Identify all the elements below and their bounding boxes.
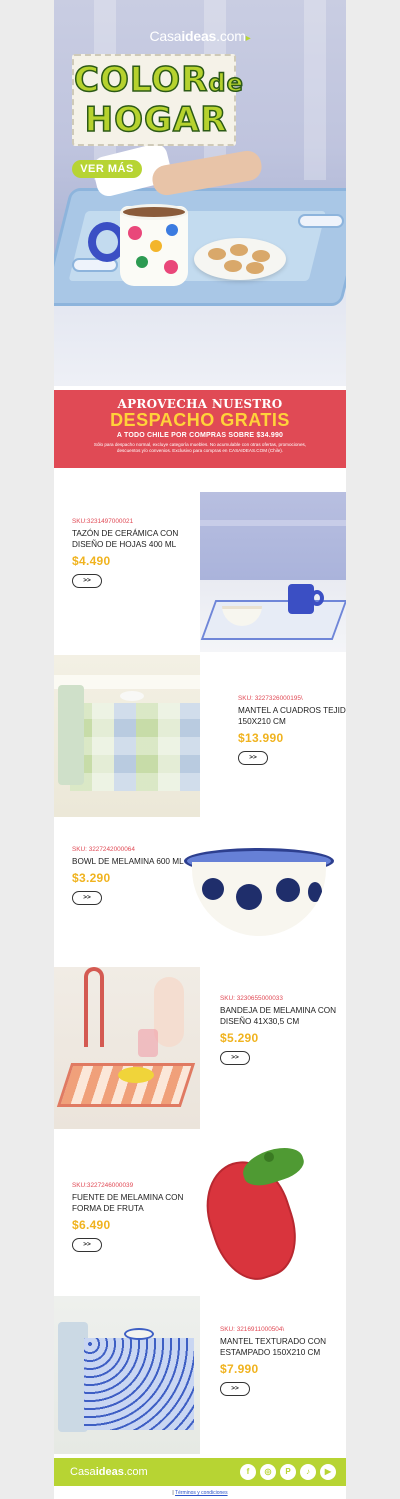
hero-title-line-2: HOGAR [84,99,228,141]
product-name[interactable]: BANDEJA DE MELAMINA CON DISEÑO 41X30,5 C… [220,1005,346,1027]
product-sku: SKU:3227246000039 [72,1182,134,1189]
tray-handle [298,214,344,228]
product-link-button[interactable]: >> [220,1382,250,1396]
product-link-button[interactable]: >> [72,574,102,588]
product-info: SKU:3227246000039 FUENTE DE MELAMINA CON… [72,1182,208,1252]
product-sku: SKU:3231497000021 [72,518,134,525]
product-image-mug[interactable] [200,492,346,652]
wall-decoration [304,0,326,180]
facebook-icon[interactable]: f [240,1464,256,1480]
product-card[interactable]: SKU: 3216911000504\ MANTEL TEXTURADO CON… [54,1296,346,1454]
product-sku: SKU: 3230655000033 [220,995,283,1002]
product-image-tray[interactable] [54,967,200,1129]
legal-links: | Términos y condiciones [172,1490,228,1496]
product-info: SKU: 3230655000033 BANDEJA DE MELAMINA C… [220,995,346,1065]
product-link-button[interactable]: >> [238,751,268,765]
product-info: SKU: 3216911000504\ MANTEL TEXTURADO CON… [220,1326,346,1396]
brand-logo[interactable]: Casaideas.com▸ [54,28,346,44]
product-price: $5.290 [220,1031,259,1045]
hero-banner[interactable]: Casaideas.com▸ COLORde HOGAR VER MÁS [54,0,346,386]
tiktok-icon[interactable]: ♪ [300,1464,316,1480]
product-price: $4.490 [72,554,111,568]
product-card[interactable]: SKU: 3230655000033 BANDEJA DE MELAMINA C… [54,967,346,1129]
product-link-button[interactable]: >> [72,891,102,905]
product-link-button[interactable]: >> [220,1051,250,1065]
banner-subheadline: A TODO CHILE POR COMPRAS SOBRE $34.990 [116,432,284,439]
product-name[interactable]: TAZÓN DE CERÁMICA CON DISEÑO DE HOJAS 40… [72,528,208,550]
hero-title-badge: COLORde HOGAR [72,54,244,146]
product-name[interactable]: FUENTE DE MELAMINA CON FORMA DE FRUTA [72,1192,208,1214]
mug-coffee [120,204,188,220]
product-image-strawberry-dish[interactable] [204,1144,334,1284]
email-container: Casaideas.com▸ COLORde HOGAR VER MÁS APR… [54,0,346,1499]
product-card[interactable]: SKU:3227246000039 FUENTE DE MELAMINA CON… [54,1140,346,1290]
product-price: $6.490 [72,1218,111,1232]
product-name[interactable]: MANTEL A CUADROS TEJIDO 150X210 CM [238,705,346,727]
product-card[interactable]: SKU: 3227242000064 BOWL DE MELAMINA 600 … [54,820,346,965]
product-link-button[interactable]: >> [72,1238,102,1252]
product-name[interactable]: MANTEL TEXTURADO CON ESTAMPADO 150X210 C… [220,1336,346,1358]
product-sku: SKU: 3216911000504\ [220,1326,285,1333]
product-info: SKU: 3227326000195\ MANTEL A CUADROS TEJ… [238,695,346,765]
footer-brand-logo[interactable]: Casaideas.com [70,1466,148,1478]
footer-bar: Casaideas.com f ◎ P ♪ ▶ [54,1458,346,1486]
hero-title-line-1: COLORde [73,59,244,101]
plate-image [194,238,286,280]
youtube-icon[interactable]: ▶ [320,1464,336,1480]
product-image-bowl[interactable] [182,848,342,943]
product-image-tablecloth-print[interactable] [54,1296,200,1454]
product-sku: SKU: 3227326000195\ [238,695,303,702]
product-image-tablecloth[interactable] [54,655,200,817]
terms-link[interactable]: Términos y condiciones [175,1490,228,1496]
product-price: $13.990 [238,731,284,745]
product-price: $7.990 [220,1362,259,1376]
banner-fine-print: Sólo para despacho normal, excluye categ… [93,442,307,453]
pinterest-icon[interactable]: P [280,1464,296,1480]
product-info: SKU:3231497000021 TAZÓN DE CERÁMICA CON … [72,518,208,588]
instagram-icon[interactable]: ◎ [260,1464,276,1480]
product-card[interactable]: SKU: 3227326000195\ MANTEL A CUADROS TEJ… [54,655,346,817]
banner-headline: DESPACHO GRATIS [110,410,290,430]
ver-mas-button[interactable]: VER MÁS [72,160,142,178]
banner-line-1: APROVECHA NUESTRO [117,397,283,411]
free-shipping-banner[interactable]: APROVECHA NUESTRO DESPACHO GRATIS A TODO… [54,390,346,468]
product-card[interactable]: SKU:3231497000021 TAZÓN DE CERÁMICA CON … [54,492,346,652]
